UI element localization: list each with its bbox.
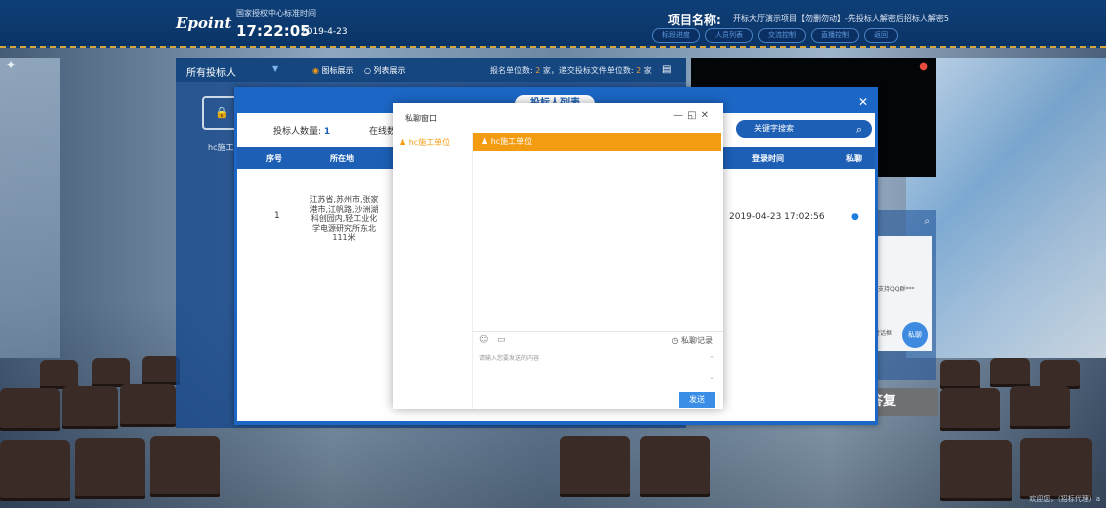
chat-preview: 不支持QQ群*** 对话框 私聊 bbox=[870, 236, 932, 351]
chevron-down-icon[interactable]: ▼ bbox=[272, 64, 278, 73]
private-chat-button[interactable]: 私聊 bbox=[902, 322, 928, 348]
seat bbox=[0, 440, 70, 498]
bidder-count-label: 投标人数量: bbox=[273, 127, 322, 137]
date: 2019-4-23 bbox=[301, 27, 348, 37]
project-name: 开标大厅演示项目【勿删勿动】-先投标人解密后招标人解密5 bbox=[733, 14, 949, 23]
lock-icon: 🔒 bbox=[215, 106, 229, 119]
close-icon[interactable]: ✕ bbox=[858, 95, 868, 109]
folder-label: hc施工 bbox=[208, 143, 234, 152]
seat bbox=[1010, 386, 1070, 426]
scroll-down-icon[interactable]: ⌄ bbox=[709, 373, 715, 381]
private-chat-title: 私聊窗口 bbox=[405, 114, 437, 123]
time-source-label: 国家授权中心标准时间 bbox=[236, 9, 316, 18]
radio-checked-icon: ◉ bbox=[312, 66, 319, 75]
seat bbox=[0, 388, 60, 428]
active-contact-name: hc施工单位 bbox=[490, 137, 533, 146]
maximize-icon[interactable]: ◱ bbox=[687, 110, 700, 121]
seat bbox=[150, 436, 220, 494]
icon-view-radio[interactable]: ◉ 图标展示 bbox=[312, 65, 354, 76]
stats-prefix: 报名单位数: bbox=[490, 66, 533, 75]
message-input[interactable]: 请输入您要发送的内容 bbox=[479, 353, 539, 362]
active-contact-header: ♟ hc施工单位 bbox=[473, 133, 721, 151]
emoji-icon[interactable]: ☺ bbox=[479, 335, 488, 345]
seat bbox=[940, 388, 1000, 428]
window-left bbox=[0, 58, 60, 358]
window-controls: —◱✕ bbox=[673, 110, 713, 121]
row-location: 江苏省,苏州市,张家港市,江帆路,沙洲湖科创园内,轻工业化学电源研究所东北111… bbox=[309, 195, 379, 242]
nav-back-button[interactable]: 返回 bbox=[864, 28, 898, 43]
list-view-label: 列表展示 bbox=[373, 66, 406, 75]
nav-chat-control-button[interactable]: 交流控制 bbox=[758, 28, 806, 43]
row-index: 1 bbox=[274, 211, 280, 221]
scroll-up-icon[interactable]: ⌃ bbox=[709, 355, 715, 363]
seat bbox=[940, 440, 1012, 498]
seat bbox=[940, 360, 980, 386]
chat-side-panel: ⌕ 不支持QQ群*** 对话框 私聊 bbox=[870, 210, 936, 380]
seat bbox=[640, 436, 710, 494]
top-bar: Epoint 国家授权中心标准时间 17:22:05 2019-4-23 项目名… bbox=[0, 0, 1106, 48]
chat-toolbar: ☺ ▭ ◷ 私聊记录 bbox=[473, 331, 723, 347]
contact-list: ♟ hc施工单位 bbox=[393, 133, 473, 409]
clock: 17:22:05 bbox=[236, 22, 311, 40]
stats-mid: 家，递交投标文件单位数: bbox=[542, 66, 634, 75]
seat bbox=[120, 384, 176, 424]
seat bbox=[1020, 438, 1092, 496]
seat bbox=[75, 438, 145, 496]
stats-submitted: 2 bbox=[636, 66, 642, 75]
seat bbox=[40, 360, 78, 386]
window-right bbox=[906, 58, 1106, 358]
seat bbox=[560, 436, 630, 494]
trophy-icon[interactable]: ✦ bbox=[6, 58, 16, 72]
seat bbox=[62, 386, 118, 426]
panel-header: 所有投标人 ▼ ◉ 图标展示 ○ 列表展示 报名单位数: 2 家，递交投标文件单… bbox=[176, 58, 686, 82]
col-login-time: 登录时间 bbox=[752, 154, 784, 163]
seat bbox=[92, 358, 130, 384]
stats-suffix: 家 bbox=[643, 66, 652, 75]
logo: Epoint bbox=[176, 14, 232, 32]
send-button[interactable]: 发送 bbox=[679, 392, 715, 408]
search-input[interactable]: 关键字搜索 ⌕ bbox=[736, 120, 872, 138]
minimize-icon[interactable]: — bbox=[673, 110, 687, 121]
bidder-count: 投标人数量: 1 bbox=[273, 124, 330, 137]
nav-progress-button[interactable]: 标段进度 bbox=[652, 28, 700, 43]
user-icon: ♟ bbox=[481, 137, 489, 146]
nav-live-control-button[interactable]: 直播控制 bbox=[811, 28, 859, 43]
stats-registered: 2 bbox=[535, 66, 541, 75]
seat bbox=[142, 356, 180, 382]
bidder-filter-dropdown[interactable]: 所有投标人 bbox=[186, 64, 236, 79]
seat bbox=[990, 358, 1030, 384]
row-login-time: 2019-04-23 17:02:56 bbox=[729, 212, 825, 222]
list-view-radio[interactable]: ○ 列表展示 bbox=[364, 65, 406, 76]
online-count-label: 在线数 bbox=[369, 127, 397, 137]
nav-people-button[interactable]: 人员列表 bbox=[705, 28, 753, 43]
welcome-text: 欢迎您，（招标代理）a bbox=[1029, 495, 1100, 503]
nav-buttons: 标段进度 人员列表 交流控制 直播控制 返回 bbox=[652, 28, 898, 43]
col-location: 所在地 bbox=[330, 154, 354, 163]
chat-history-label: 私聊记录 bbox=[681, 336, 713, 345]
print-icon[interactable]: ▤ bbox=[662, 64, 671, 75]
registration-stats: 报名单位数: 2 家，递交投标文件单位数: 2 家 bbox=[490, 65, 652, 76]
contact-item[interactable]: ♟ hc施工单位 bbox=[399, 137, 450, 148]
folder-icon[interactable]: ▭ bbox=[497, 335, 506, 345]
bidder-count-value: 1 bbox=[323, 127, 331, 137]
user-icon: ♟ bbox=[399, 138, 407, 147]
private-chat-window: 私聊窗口 —◱✕ ♟ hc施工单位 ♟ hc施工单位 ☺ ▭ ◷ 私聊记录 请输… bbox=[393, 103, 723, 409]
search-placeholder: 关键字搜索 bbox=[754, 124, 794, 133]
search-icon[interactable]: ⌕ bbox=[924, 216, 930, 227]
contact-name: hc施工单位 bbox=[408, 138, 451, 147]
close-icon[interactable]: ✕ bbox=[701, 110, 713, 121]
chat-bubble-icon[interactable]: ● bbox=[851, 212, 859, 222]
col-private-chat: 私聊 bbox=[846, 154, 862, 163]
clock-icon: ◷ bbox=[671, 336, 679, 345]
chat-history-link[interactable]: ◷ 私聊记录 bbox=[671, 335, 713, 346]
project-label: 项目名称: bbox=[668, 13, 721, 27]
seat bbox=[1040, 360, 1080, 386]
col-index: 序号 bbox=[266, 154, 282, 163]
search-icon[interactable]: ⌕ bbox=[856, 121, 862, 139]
qq-hint: 不支持QQ群*** bbox=[872, 286, 915, 293]
icon-view-label: 图标展示 bbox=[321, 66, 354, 75]
location-pin-icon: ● bbox=[919, 61, 928, 72]
